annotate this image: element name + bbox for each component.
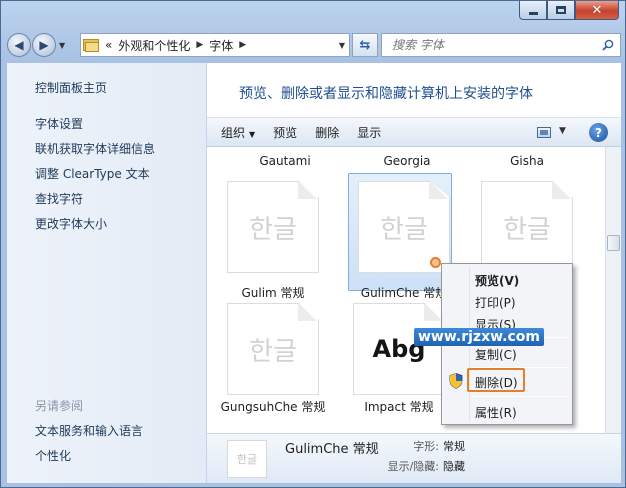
explorer-window: ✕ ◀ ▶ ▼ « 外观和个性化 ▶ 字体 ▶ ▼ ⇆ 控制面板主页 字体设置 … [0,0,626,488]
font-name: Gisha [510,154,544,168]
see-also-heading: 另请参阅 [35,399,84,413]
visibility-value: 隐藏 [443,460,465,473]
control-panel-home-link[interactable]: 控制面板主页 [35,79,107,96]
menu-item-delete[interactable]: 删除(D) [475,374,518,391]
search-input[interactable] [392,38,592,52]
style-value: 常规 [443,440,465,453]
address-bar[interactable]: « 外观和个性化 ▶ 字体 ▶ ▼ [80,33,350,57]
refresh-icon: ⇆ [359,37,371,53]
breadcrumb-fonts[interactable]: 字体 [209,37,233,54]
command-bar: 组织 ▼ 预览 删除 显示 ▼ ? [207,117,621,147]
font-preview-icon: 한글 [227,181,319,273]
personalization-link[interactable]: 个性化 [35,447,71,464]
cleartype-link[interactable]: 调整 ClearType 文本 [35,165,150,182]
details-thumbnail: 한글 [227,440,267,478]
font-name: Gautami [259,154,311,168]
help-icon[interactable]: ? [589,123,608,142]
navigation-pane: 控制面板主页 字体设置 联机获取字体详细信息 调整 ClearType 文本 查… [7,63,207,483]
search-icon[interactable] [602,39,614,51]
chevron-down-icon: ▼ [249,129,256,139]
close-button[interactable]: ✕ [575,1,619,20]
back-button[interactable]: ◀ [7,33,31,57]
minimize-button[interactable] [519,1,547,20]
arrow-left-icon: ◀ [14,38,24,52]
arrow-right-icon: ▶ [39,38,49,52]
navigation-bar: ◀ ▶ ▼ « 外观和个性化 ▶ 字体 ▶ ▼ ⇆ [7,31,621,59]
close-icon: ✕ [591,2,603,18]
font-name: Georgia [383,154,431,168]
view-options-dropdown[interactable]: ▼ [559,126,566,136]
page-title: 预览、删除或者显示和隐藏计算机上安装的字体 [239,86,533,102]
refresh-button[interactable]: ⇆ [352,33,378,57]
show-button[interactable]: 显示 [357,124,381,141]
change-view-icon[interactable] [537,127,551,138]
font-preview-icon: 한글 [227,303,319,395]
fonts-folder-icon [83,38,99,52]
breadcrumb-separator-icon[interactable]: ▶ [239,40,246,50]
menu-item-copy[interactable]: 复制(C) [475,346,517,363]
forward-button[interactable]: ▶ [32,33,56,57]
scrollbar-thumb[interactable] [607,235,620,251]
organize-button[interactable]: 组织 ▼ [221,124,255,141]
cursor-marker-icon [430,257,441,268]
minimize-icon [528,11,538,15]
address-overflow[interactable]: « [105,38,112,52]
font-preview-icon: 한글 [481,181,573,273]
menu-item-preview[interactable]: 预览(V) [475,272,519,289]
breadcrumb-appearance[interactable]: 外观和个性化 [118,37,190,54]
visibility-label: 显示/隐藏: [387,460,439,473]
menu-separator [472,396,568,397]
maximize-button[interactable] [547,1,575,20]
menu-item-properties[interactable]: 属性(R) [475,404,517,421]
recent-pages-dropdown[interactable]: ▼ [59,41,65,50]
search-box[interactable] [381,33,621,57]
site-watermark: www.rjzxw.com [414,328,544,346]
details-pane: 한글 GulimChe 常规 字形: 常规 显示/隐藏: 隐藏 [207,433,621,483]
address-dropdown-icon[interactable]: ▼ [339,41,345,50]
online-font-info-link[interactable]: 联机获取字体详细信息 [35,140,155,157]
delete-button[interactable]: 删除 [315,124,339,141]
breadcrumb-separator-icon[interactable]: ▶ [196,40,203,50]
menu-item-print[interactable]: 打印(P) [475,294,516,311]
font-preview-icon: Abg [353,303,445,395]
preview-button[interactable]: 预览 [273,124,297,141]
font-name: Gulim 常规 [241,286,305,300]
vertical-scrollbar[interactable] [605,147,621,433]
style-label: 字形: [413,440,439,453]
text-services-link[interactable]: 文本服务和输入语言 [35,422,143,439]
font-name: GungsuhChe 常规 [220,400,326,414]
font-settings-link[interactable]: 字体设置 [35,115,83,132]
uac-shield-icon [449,373,463,389]
maximize-icon [556,6,566,14]
window-caption-buttons: ✕ [519,1,619,20]
change-font-size-link[interactable]: 更改字体大小 [35,215,107,232]
character-map-link[interactable]: 查找字符 [35,190,83,207]
